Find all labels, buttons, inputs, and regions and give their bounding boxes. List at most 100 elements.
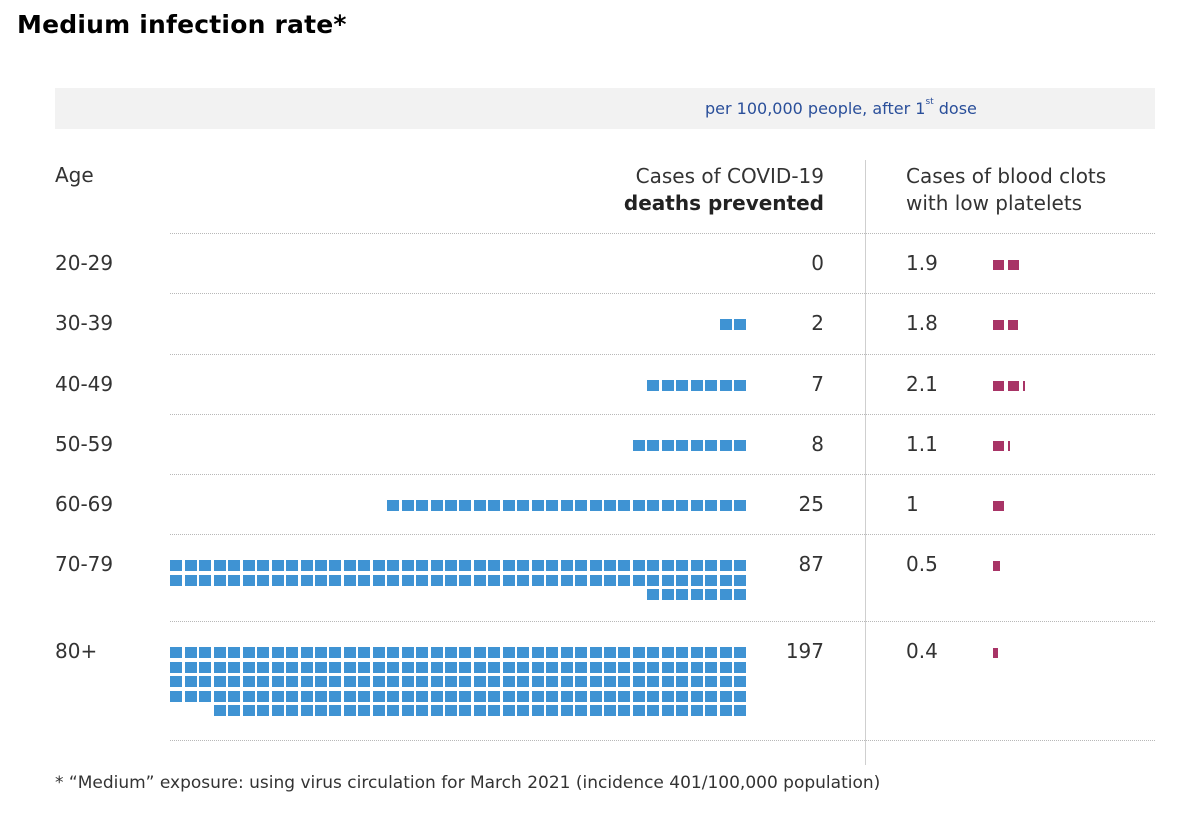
death-prevented-square <box>719 574 732 586</box>
column-header-deaths: Cases of COVID-19 deaths prevented <box>624 163 824 217</box>
death-prevented-square <box>589 661 602 673</box>
death-prevented-square <box>705 574 718 586</box>
death-prevented-square <box>445 647 457 658</box>
units-text-main: per 100,000 people, after 1 <box>705 99 926 118</box>
death-prevented-square <box>387 560 400 571</box>
death-prevented-square <box>445 705 457 716</box>
death-prevented-square <box>517 574 530 586</box>
death-prevented-square <box>719 560 732 571</box>
death-prevented-square <box>719 661 732 673</box>
death-prevented-square <box>416 705 429 716</box>
death-prevented-square <box>401 661 414 673</box>
death-prevented-square <box>199 661 212 673</box>
death-prevented-square <box>647 380 660 391</box>
death-prevented-square <box>213 690 226 702</box>
death-prevented-square <box>387 647 400 658</box>
death-prevented-square <box>430 705 443 716</box>
death-prevented-square <box>401 647 414 658</box>
death-prevented-square <box>546 574 559 586</box>
clots-value-label: 0.4 <box>906 639 938 663</box>
death-prevented-square <box>531 676 544 687</box>
death-prevented-square <box>271 647 284 658</box>
death-prevented-square <box>242 676 255 687</box>
death-prevented-square <box>430 574 443 586</box>
death-prevented-square <box>632 705 645 716</box>
death-prevented-square <box>257 560 270 571</box>
death-prevented-square <box>184 676 197 687</box>
death-prevented-square <box>661 574 674 586</box>
death-prevented-square <box>343 647 356 658</box>
column-header-deaths-line2: deaths prevented <box>623 191 824 215</box>
death-prevented-square <box>416 647 429 658</box>
death-prevented-square <box>603 676 616 687</box>
death-prevented-square <box>314 560 327 571</box>
death-prevented-square <box>546 661 559 673</box>
death-prevented-square <box>343 574 356 586</box>
death-prevented-square <box>517 705 530 716</box>
death-prevented-square <box>445 676 457 687</box>
death-prevented-square <box>690 589 703 600</box>
death-prevented-square <box>213 574 226 586</box>
units-text-suffix: dose <box>933 99 977 118</box>
death-prevented-square <box>560 705 573 716</box>
death-prevented-square <box>199 560 212 571</box>
death-prevented-square <box>184 574 197 586</box>
death-prevented-square <box>213 676 226 687</box>
death-prevented-square <box>560 560 573 571</box>
death-prevented-square <box>199 690 212 702</box>
death-prevented-square <box>242 574 255 586</box>
death-prevented-square <box>589 647 602 658</box>
death-prevented-square <box>430 690 443 702</box>
death-prevented-square <box>546 500 559 511</box>
death-prevented-square <box>502 705 515 716</box>
death-prevented-square <box>502 500 515 511</box>
death-prevented-square <box>286 574 299 586</box>
death-prevented-square <box>329 647 342 658</box>
death-prevented-square <box>560 574 573 586</box>
blood-clot-square <box>993 381 1004 391</box>
death-prevented-square <box>401 705 414 716</box>
death-prevented-square <box>502 661 515 673</box>
row-divider <box>170 354 1155 355</box>
death-prevented-square <box>632 574 645 586</box>
blood-clot-square <box>993 501 1004 511</box>
death-prevented-square <box>734 560 746 571</box>
death-prevented-square <box>647 661 660 673</box>
death-prevented-square <box>372 647 385 658</box>
death-prevented-square <box>603 500 616 511</box>
death-prevented-square <box>459 574 472 586</box>
death-prevented-square <box>213 560 226 571</box>
clots-value-label: 1.1 <box>906 432 938 456</box>
death-prevented-square <box>560 647 573 658</box>
death-prevented-square <box>618 574 631 586</box>
death-prevented-square <box>242 647 255 658</box>
death-prevented-square <box>257 690 270 702</box>
chart-title: Medium infection rate* <box>17 10 347 39</box>
death-prevented-square <box>401 574 414 586</box>
death-prevented-square <box>271 705 284 716</box>
death-prevented-square <box>242 690 255 702</box>
death-prevented-square <box>358 690 371 702</box>
death-prevented-square <box>445 560 457 571</box>
death-prevented-square <box>445 500 457 511</box>
death-prevented-square <box>401 690 414 702</box>
deaths-value-label: 25 <box>798 492 824 516</box>
death-prevented-square <box>343 560 356 571</box>
death-prevented-square <box>271 690 284 702</box>
death-prevented-square <box>430 661 443 673</box>
death-prevented-square <box>575 705 588 716</box>
death-prevented-square <box>170 647 183 658</box>
death-prevented-square <box>618 500 631 511</box>
death-prevented-square <box>372 560 385 571</box>
death-prevented-square <box>517 560 530 571</box>
footnote: * “Medium” exposure: using virus circula… <box>55 773 881 793</box>
death-prevented-square <box>647 440 660 451</box>
death-prevented-square <box>286 690 299 702</box>
death-prevented-square <box>343 661 356 673</box>
death-prevented-square <box>416 690 429 702</box>
deaths-value-label: 2 <box>811 311 824 335</box>
death-prevented-square <box>459 560 472 571</box>
death-prevented-square <box>502 690 515 702</box>
blood-clot-square <box>993 320 1004 330</box>
death-prevented-square <box>676 647 689 658</box>
